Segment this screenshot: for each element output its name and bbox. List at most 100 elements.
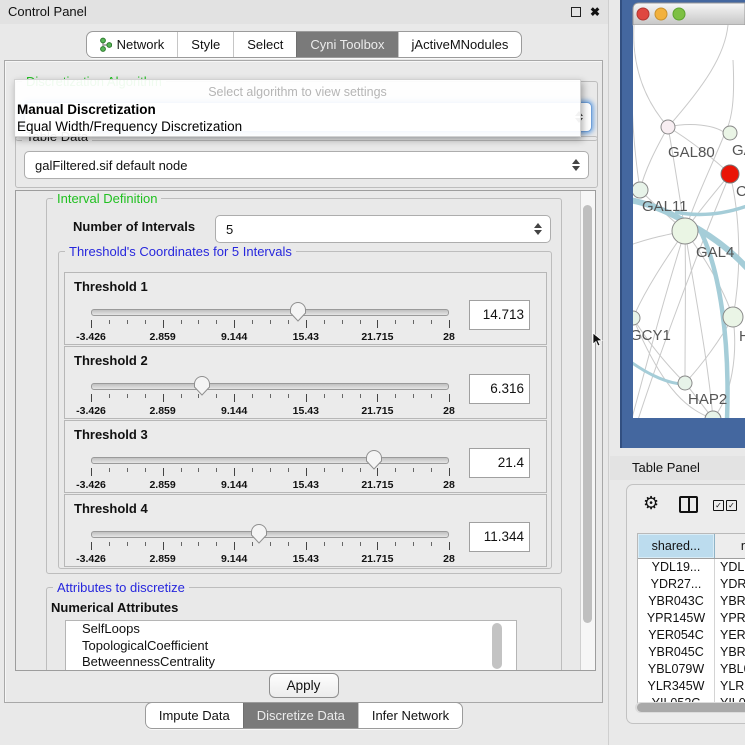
table-row[interactable]: YER054CYER0 [638, 627, 745, 644]
threshold-4-slider[interactable]: -3.4262.8599.14415.4321.71528 [91, 525, 449, 565]
list-scrollbar[interactable] [492, 623, 502, 669]
table-cell[interactable]: YDR2 [715, 576, 745, 593]
table-row[interactable]: YPR145WYPR1 [638, 610, 745, 627]
table-cell[interactable]: YLR3 [715, 678, 745, 695]
slider-thumb[interactable] [251, 524, 268, 544]
checkbox-icon[interactable]: ✓ [726, 500, 737, 511]
dropdown-hint: Select algorithm to view settings [15, 85, 580, 99]
attribute-item[interactable]: SelfLoops [66, 621, 516, 638]
slider-thumb[interactable] [193, 376, 210, 396]
network-node-label: H [739, 328, 745, 345]
table-cell[interactable]: YDL1 [715, 559, 745, 576]
column-header-name[interactable]: name [715, 534, 745, 558]
slider-thumb[interactable] [365, 450, 382, 470]
attribute-item[interactable]: BetweennessCentrality [66, 654, 516, 671]
slider-track[interactable] [91, 309, 449, 316]
network-node[interactable] [678, 376, 692, 390]
table-cell[interactable]: YPR145W [638, 610, 715, 627]
number-of-intervals-select[interactable]: 5 [215, 215, 551, 243]
table-cell[interactable]: YLR345W [638, 678, 715, 695]
gear-icon[interactable]: ⚙ [643, 493, 659, 513]
table-cell[interactable]: YPR1 [715, 610, 745, 627]
tab-impute-data[interactable]: Impute Data [146, 703, 243, 728]
column-header-shared[interactable]: shared... [638, 534, 715, 558]
threshold-4-value[interactable]: 11.344 [469, 522, 530, 552]
table-panel-title: Table Panel [632, 456, 700, 480]
threshold-1-panel: Threshold 1 -3.4262.8599.14415.4321.7152… [64, 272, 547, 345]
table-cell[interactable]: YBR0 [715, 593, 745, 610]
table-row[interactable]: YBR045CYBR0 [638, 644, 745, 661]
tab-jactivemnodules[interactable]: jActiveMNodules [398, 32, 522, 57]
threshold-3-value[interactable]: 21.4 [469, 448, 530, 478]
network-node[interactable] [721, 165, 739, 183]
tab-cyni-toolbox[interactable]: Cyni Toolbox [296, 32, 397, 57]
scrollbar-thumb[interactable] [583, 205, 592, 623]
window-close-button[interactable] [637, 8, 649, 20]
checkbox-icon[interactable]: ✓ [713, 500, 724, 511]
apply-button[interactable]: Apply [269, 673, 339, 698]
window-zoom-button[interactable] [673, 8, 685, 20]
control-panel: Control Panel ✖ Networ [0, 0, 608, 745]
tab-network[interactable]: Network [87, 32, 178, 57]
threshold-3-slider[interactable]: -3.4262.8599.14415.4321.71528 [91, 451, 449, 491]
float-window-icon[interactable] [571, 7, 581, 17]
settings-scroll-area: Interval Definition Number of Intervals … [15, 190, 596, 671]
panel-divider [608, 0, 609, 745]
threshold-1-slider[interactable]: -3.4262.8599.14415.4321.71528 [91, 303, 449, 343]
slider-ticks [91, 468, 449, 477]
network-node[interactable] [672, 218, 698, 244]
network-node[interactable] [723, 307, 743, 327]
slider-track[interactable] [91, 383, 449, 390]
window-titlebar[interactable] [633, 3, 745, 25]
network-node-label: HAP2 [688, 391, 727, 408]
horizontal-scrollbar[interactable] [635, 702, 745, 713]
table-cell[interactable]: YDL19... [638, 559, 715, 576]
network-node[interactable] [661, 120, 675, 134]
table-row[interactable]: YDL19...YDL1 [638, 559, 745, 576]
threshold-2-panel: Threshold 2 -3.4262.8599.14415.4321.7152… [64, 346, 547, 419]
select-columns-icons[interactable]: ✓ ✓ [713, 500, 737, 511]
threshold-1-value[interactable]: 14.713 [469, 300, 530, 330]
tab-style[interactable]: Style [177, 32, 233, 57]
table-cell[interactable]: YER0 [715, 627, 745, 644]
dropdown-option-manual[interactable]: Manual Discretization [17, 102, 156, 117]
network-node[interactable] [632, 182, 648, 198]
slider-tick-labels: -3.4262.8599.14415.4321.71528 [91, 479, 449, 491]
table-cell[interactable]: YBR043C [638, 593, 715, 610]
dropdown-option-equal-width[interactable]: Equal Width/Frequency Discretization [17, 119, 242, 134]
window-minimize-button[interactable] [655, 8, 667, 20]
table-cell[interactable]: YBL0 [715, 661, 745, 678]
table-data-select[interactable]: galFiltered.sif default node [24, 151, 589, 179]
numerical-attributes-list[interactable]: SelfLoopsTopologicalCoefficientBetweenne… [65, 620, 517, 671]
table-row[interactable]: YDR27...YDR2 [638, 576, 745, 593]
tab-discretize-data[interactable]: Discretize Data [243, 703, 358, 728]
node-table[interactable]: shared... name YDL19...YDL1YDR27...YDR2Y… [637, 533, 745, 705]
table-cell[interactable]: YDR27... [638, 576, 715, 593]
threshold-2-slider[interactable]: -3.4262.8599.14415.4321.71528 [91, 377, 449, 417]
table-cell[interactable]: YBR045C [638, 644, 715, 661]
attribute-item[interactable]: TopologicalCoefficient [66, 638, 516, 655]
slider-thumb[interactable] [289, 302, 306, 322]
slider-tick-labels: -3.4262.8599.14415.4321.71528 [91, 331, 449, 343]
table-cell[interactable]: YER054C [638, 627, 715, 644]
vertical-scrollbar[interactable] [580, 191, 595, 670]
numerical-attributes-heading: Numerical Attributes [51, 600, 178, 615]
table-row[interactable]: YLR345WYLR3 [638, 678, 745, 695]
table-cell[interactable]: YBR0 [715, 644, 745, 661]
interval-definition-group: Interval Definition Number of Intervals … [46, 198, 562, 574]
table-row[interactable]: YBR043CYBR0 [638, 593, 745, 610]
network-view-window[interactable]: GAL80GACGAL11GAL4GCY1HHAP2 [620, 0, 745, 448]
threshold-2-value[interactable]: 6.316 [469, 374, 530, 404]
network-node[interactable] [723, 126, 737, 140]
thresholds-group: Threshold's Coordinates for 5 Intervals … [58, 251, 552, 569]
close-icon[interactable]: ✖ [590, 0, 600, 24]
columns-icon[interactable] [679, 496, 698, 513]
scrollbar-thumb[interactable] [637, 703, 745, 712]
tab-infer-network[interactable]: Infer Network [358, 703, 462, 728]
mouse-cursor [592, 332, 603, 347]
slider-track[interactable] [91, 457, 449, 464]
slider-track[interactable] [91, 531, 449, 538]
table-row[interactable]: YBL079WYBL0 [638, 661, 745, 678]
table-cell[interactable]: YBL079W [638, 661, 715, 678]
tab-select[interactable]: Select [233, 32, 296, 57]
